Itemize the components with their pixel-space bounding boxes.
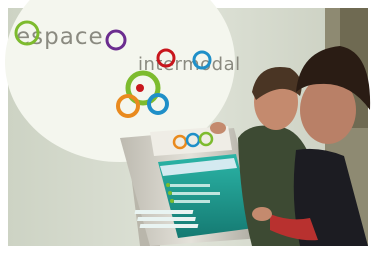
photo: espace intermodal — [0, 0, 376, 254]
option-dot-icon — [168, 191, 172, 195]
sign-word-intermodal: intermodal — [138, 54, 241, 75]
scene: espace intermodal — [0, 0, 376, 254]
person-right-hand — [252, 207, 272, 221]
ring-center-dot — [136, 84, 144, 92]
option-dot-icon — [170, 199, 174, 203]
kiosk-keyboard — [134, 210, 199, 228]
sign-word-espace: espace — [16, 24, 104, 50]
person-left-hand — [210, 122, 226, 134]
option-dot-icon — [166, 183, 170, 187]
